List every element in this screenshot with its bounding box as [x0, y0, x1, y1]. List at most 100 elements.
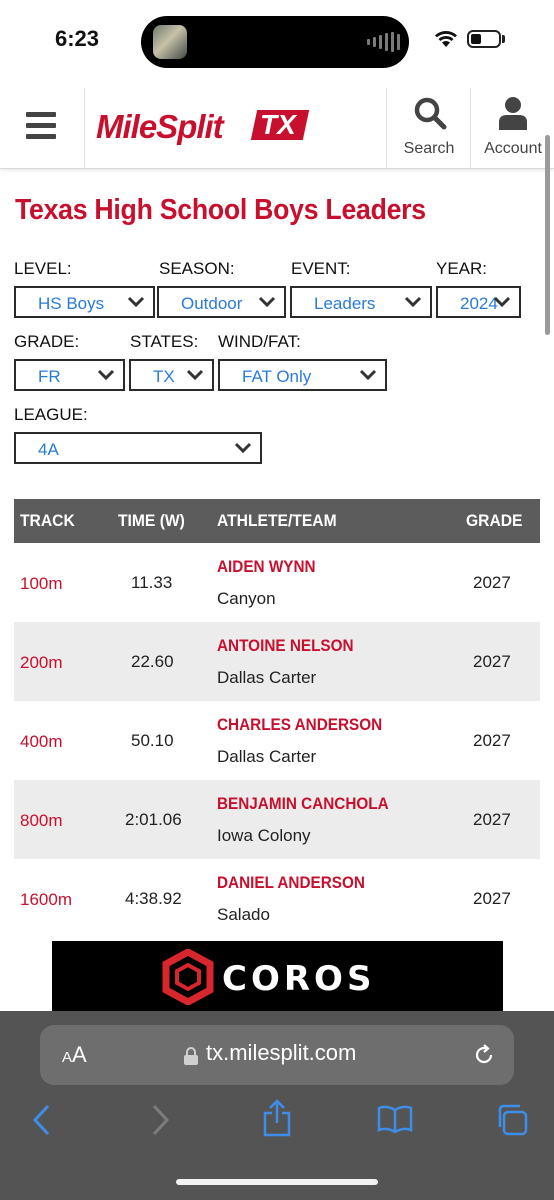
home-indicator[interactable] — [176, 1179, 378, 1185]
column-header-time: TIME (W) — [118, 511, 185, 530]
grade-select[interactable]: FR — [14, 359, 125, 391]
coros-ad-banner[interactable]: COROS — [52, 941, 503, 1011]
grade-value: FR — [38, 367, 61, 386]
table-row: 200m 22.60 ANTOINE NELSON Dallas Carter … — [14, 622, 540, 701]
event-link[interactable]: 400m — [20, 732, 63, 752]
wind-fat-select[interactable]: FAT Only — [218, 359, 387, 391]
grade-value: 2027 — [473, 573, 511, 592]
account-label: Account — [484, 140, 542, 157]
account-icon — [499, 97, 527, 130]
league-value: 4A — [38, 440, 59, 459]
athlete-link[interactable]: ANTOINE NELSON — [217, 636, 354, 656]
time-value: 50.10 — [131, 731, 174, 750]
hamburger-menu-button[interactable] — [0, 88, 85, 168]
grade-label: GRADE: — [14, 332, 80, 351]
year-label: YEAR: — [436, 259, 488, 278]
chevron-down-icon — [258, 296, 276, 308]
column-header-grade: GRADE — [466, 511, 523, 530]
reload-icon[interactable] — [472, 1043, 496, 1067]
team-name: Canyon — [217, 589, 276, 608]
dynamic-island[interactable] — [141, 16, 409, 68]
table-row: 100m 11.33 AIDEN WYNN Canyon 2027 — [14, 543, 540, 622]
bookmarks-icon[interactable] — [377, 1105, 413, 1133]
logo-wordmark: MileSplit — [96, 108, 224, 145]
chevron-down-icon — [127, 296, 145, 308]
chevron-down-icon — [234, 442, 252, 454]
back-arrow-icon[interactable] — [30, 1103, 52, 1137]
chevron-down-icon — [97, 369, 115, 381]
level-label: LEVEL: — [14, 259, 72, 278]
team-name: Iowa Colony — [217, 826, 311, 845]
battery-icon — [467, 30, 501, 48]
chevron-down-icon — [186, 369, 204, 381]
time-value: 4:38.92 — [125, 889, 182, 908]
team-name: Dallas Carter — [217, 747, 317, 766]
wind-fat-label: WIND/FAT: — [218, 332, 301, 351]
grade-value: 2027 — [473, 810, 511, 829]
audio-waveform-icon — [367, 32, 400, 52]
event-link[interactable]: 200m — [20, 653, 63, 673]
table-row: 400m 50.10 CHARLES ANDERSON Dallas Carte… — [14, 701, 540, 780]
coros-wordmark: COROS — [222, 959, 376, 999]
share-icon[interactable] — [262, 1099, 292, 1137]
event-select[interactable]: Leaders — [290, 286, 432, 318]
search-icon — [414, 97, 447, 130]
site-header: MileSplit TX Search Account — [0, 88, 554, 169]
column-header-athlete: ATHLETE/TEAM — [217, 511, 337, 530]
states-value: TX — [153, 367, 175, 386]
event-link[interactable]: 100m — [20, 574, 63, 594]
logo-badge-text: TX — [260, 109, 296, 140]
table-row: 1600m 4:38.92 DANIEL ANDERSON Salado 202… — [14, 859, 540, 938]
coros-hexagon-logo-icon — [162, 949, 214, 1005]
time-value: 2:01.06 — [125, 810, 182, 829]
browser-toolbar: AA tx.milesplit.com — [0, 1011, 554, 1200]
url-text: tx.milesplit.com — [206, 1040, 357, 1065]
address-bar[interactable]: AA tx.milesplit.com — [40, 1025, 514, 1085]
athlete-link[interactable]: DANIEL ANDERSON — [217, 873, 365, 893]
level-value: HS Boys — [38, 294, 105, 313]
athlete-link[interactable]: BENJAMIN CANCHOLA — [217, 794, 389, 814]
event-label: EVENT: — [291, 259, 351, 278]
page-title: Texas High School Boys Leaders — [15, 194, 426, 226]
event-link[interactable]: 800m — [20, 811, 63, 831]
column-header-track: TRACK — [20, 511, 75, 530]
event-value: Leaders — [314, 294, 376, 313]
team-name: Dallas Carter — [217, 668, 317, 687]
event-link[interactable]: 1600m — [20, 890, 72, 910]
text-size-large-glyph: A — [72, 1042, 87, 1067]
season-value: Outdoor — [181, 294, 243, 313]
table-row: 800m 2:01.06 BENJAMIN CANCHOLA Iowa Colo… — [14, 780, 540, 859]
tabs-icon[interactable] — [495, 1103, 529, 1137]
year-select[interactable]: 2024 — [436, 286, 521, 318]
chevron-down-icon — [359, 369, 377, 381]
chevron-down-icon — [493, 296, 511, 308]
page-scrollbar[interactable] — [545, 135, 550, 335]
search-label: Search — [403, 140, 455, 157]
battery-cap-icon — [502, 35, 505, 43]
forward-arrow-icon[interactable] — [150, 1103, 172, 1137]
level-select[interactable]: HS Boys — [14, 286, 155, 318]
leaders-table: TRACK TIME (W) ATHLETE/TEAM GRADE 100m 1… — [14, 499, 540, 938]
account-button[interactable]: Account — [470, 88, 554, 168]
text-size-button[interactable]: AA — [62, 1042, 87, 1068]
now-playing-artwork-icon — [153, 25, 187, 59]
grade-value: 2027 — [473, 731, 511, 750]
time-value: 11.33 — [131, 573, 173, 592]
athlete-link[interactable]: AIDEN WYNN — [217, 557, 316, 577]
states-label: STATES: — [130, 332, 199, 351]
states-select[interactable]: TX — [129, 359, 214, 391]
grade-value: 2027 — [473, 889, 511, 908]
chevron-down-icon — [404, 296, 422, 308]
text-size-small-glyph: A — [62, 1049, 73, 1066]
grade-value: 2027 — [473, 652, 511, 671]
search-button[interactable]: Search — [386, 88, 471, 168]
time-value: 22.60 — [131, 652, 174, 671]
season-label: SEASON: — [159, 259, 235, 278]
lock-icon — [184, 1047, 198, 1065]
season-select[interactable]: Outdoor — [157, 286, 286, 318]
status-bar: 6:23 — [0, 0, 554, 88]
athlete-link[interactable]: CHARLES ANDERSON — [217, 715, 382, 735]
league-select[interactable]: 4A — [14, 432, 262, 464]
table-header: TRACK TIME (W) ATHLETE/TEAM GRADE — [14, 499, 540, 543]
league-label: LEAGUE: — [14, 405, 88, 424]
